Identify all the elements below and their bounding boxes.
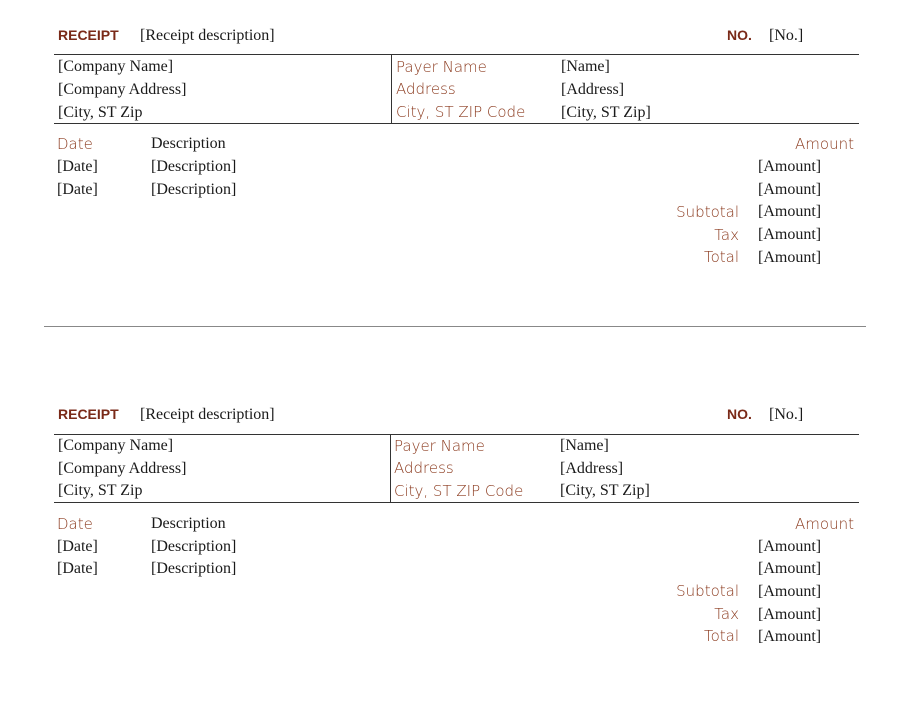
column-header-date: Date	[57, 135, 93, 153]
payer-address-value: [Address]	[560, 460, 624, 477]
line-item-date: [Date]	[57, 181, 98, 198]
total-value: [Amount]	[758, 628, 822, 645]
line-item-amount: [Amount]	[758, 181, 822, 198]
subtotal-value: [Amount]	[758, 203, 822, 220]
line-item-date: [Date]	[57, 560, 98, 577]
line-item-date: [Date]	[57, 538, 98, 555]
tax-value: [Amount]	[758, 226, 822, 243]
company-city: [City, ST Zip	[58, 482, 143, 499]
payer-name-value: [Name]	[561, 58, 610, 75]
payer-city-value: [City, ST Zip]	[561, 104, 651, 121]
receipt-no-value: [No.]	[769, 27, 804, 44]
receipt-description: [Receipt description]	[140, 27, 275, 44]
column-header-amount: Amount	[795, 515, 854, 533]
payer-city-value: [City, ST Zip]	[560, 482, 650, 499]
payer-name-label: Payer Name	[396, 58, 487, 76]
subtotal-label: Subtotal	[676, 582, 739, 600]
payer-city-label: City, ST ZIP Code	[394, 482, 524, 500]
company-name: [Company Name]	[58, 58, 174, 75]
payer-address-label: Address	[394, 459, 454, 477]
receipt-no-label: NO.	[727, 406, 752, 422]
receipt-1: RECEIPT [Receipt description] NO. [No.] …	[0, 0, 921, 290]
receipt-no-label: NO.	[727, 27, 752, 43]
payer-name-value: [Name]	[560, 437, 609, 454]
header-top-rule	[54, 54, 859, 55]
tax-label: Tax	[714, 226, 739, 244]
header-column-rule	[391, 54, 392, 123]
company-address: [Company Address]	[58, 460, 187, 477]
subtotal-label: Subtotal	[676, 203, 739, 221]
subtotal-value: [Amount]	[758, 583, 822, 600]
line-item-amount: [Amount]	[758, 560, 822, 577]
company-name: [Company Name]	[58, 437, 174, 454]
total-label: Total	[703, 248, 739, 266]
column-header-date: Date	[57, 515, 93, 533]
receipt-title: RECEIPT	[58, 406, 119, 422]
receipt-description: [Receipt description]	[140, 406, 275, 423]
header-bottom-rule	[54, 123, 859, 124]
payer-address-value: [Address]	[561, 81, 625, 98]
column-header-description: Description	[151, 135, 226, 152]
receipt-title: RECEIPT	[58, 27, 119, 43]
payer-address-label: Address	[396, 80, 456, 98]
cut-line-divider	[44, 326, 866, 327]
total-value: [Amount]	[758, 249, 822, 266]
tax-value: [Amount]	[758, 606, 822, 623]
line-item-date: [Date]	[57, 158, 98, 175]
receipt-no-value: [No.]	[769, 406, 804, 423]
line-item-amount: [Amount]	[758, 158, 822, 175]
header-column-rule	[390, 434, 391, 502]
line-item-description: [Description]	[151, 560, 237, 577]
line-item-description: [Description]	[151, 181, 237, 198]
column-header-amount: Amount	[795, 135, 854, 153]
header-top-rule	[54, 434, 859, 435]
line-item-amount: [Amount]	[758, 538, 822, 555]
column-header-description: Description	[151, 515, 226, 532]
payer-name-label: Payer Name	[394, 437, 485, 455]
receipt-2: RECEIPT [Receipt description] NO. [No.] …	[0, 380, 921, 670]
line-item-description: [Description]	[151, 538, 237, 555]
payer-city-label: City, ST ZIP Code	[396, 103, 526, 121]
tax-label: Tax	[714, 605, 739, 623]
line-item-description: [Description]	[151, 158, 237, 175]
company-address: [Company Address]	[58, 81, 187, 98]
company-city: [City, ST Zip	[58, 104, 143, 121]
header-bottom-rule	[54, 502, 859, 503]
total-label: Total	[703, 627, 739, 645]
